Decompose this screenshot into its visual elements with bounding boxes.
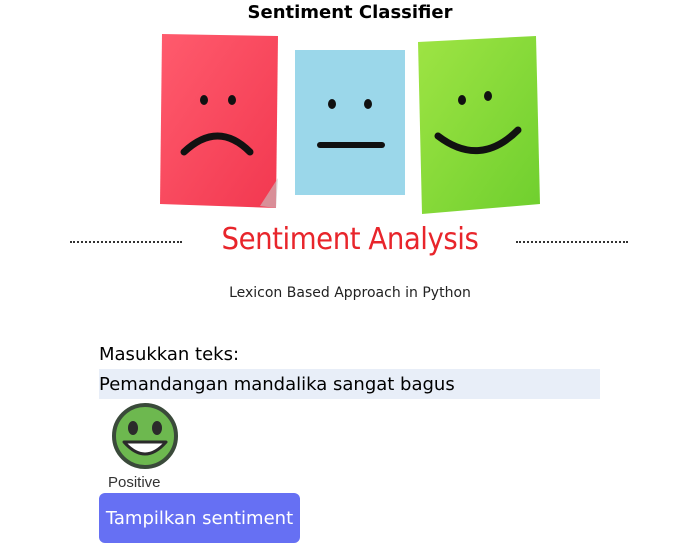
- text-input[interactable]: [99, 369, 600, 399]
- text-input-label: Masukkan teks:: [99, 344, 240, 365]
- banner-title: Sentiment Analysis: [221, 222, 479, 257]
- neutral-note-icon: [295, 50, 405, 195]
- happy-note-icon: [418, 36, 540, 214]
- sentiment-banner-image: [160, 34, 540, 214]
- sad-note-icon: [160, 34, 278, 208]
- show-sentiment-button[interactable]: Tampilkan sentiment: [99, 493, 300, 543]
- page-title: Sentiment Classifier: [247, 2, 453, 23]
- banner-subtitle: Lexicon Based Approach in Python: [229, 285, 471, 301]
- result-label: Positive: [108, 474, 161, 491]
